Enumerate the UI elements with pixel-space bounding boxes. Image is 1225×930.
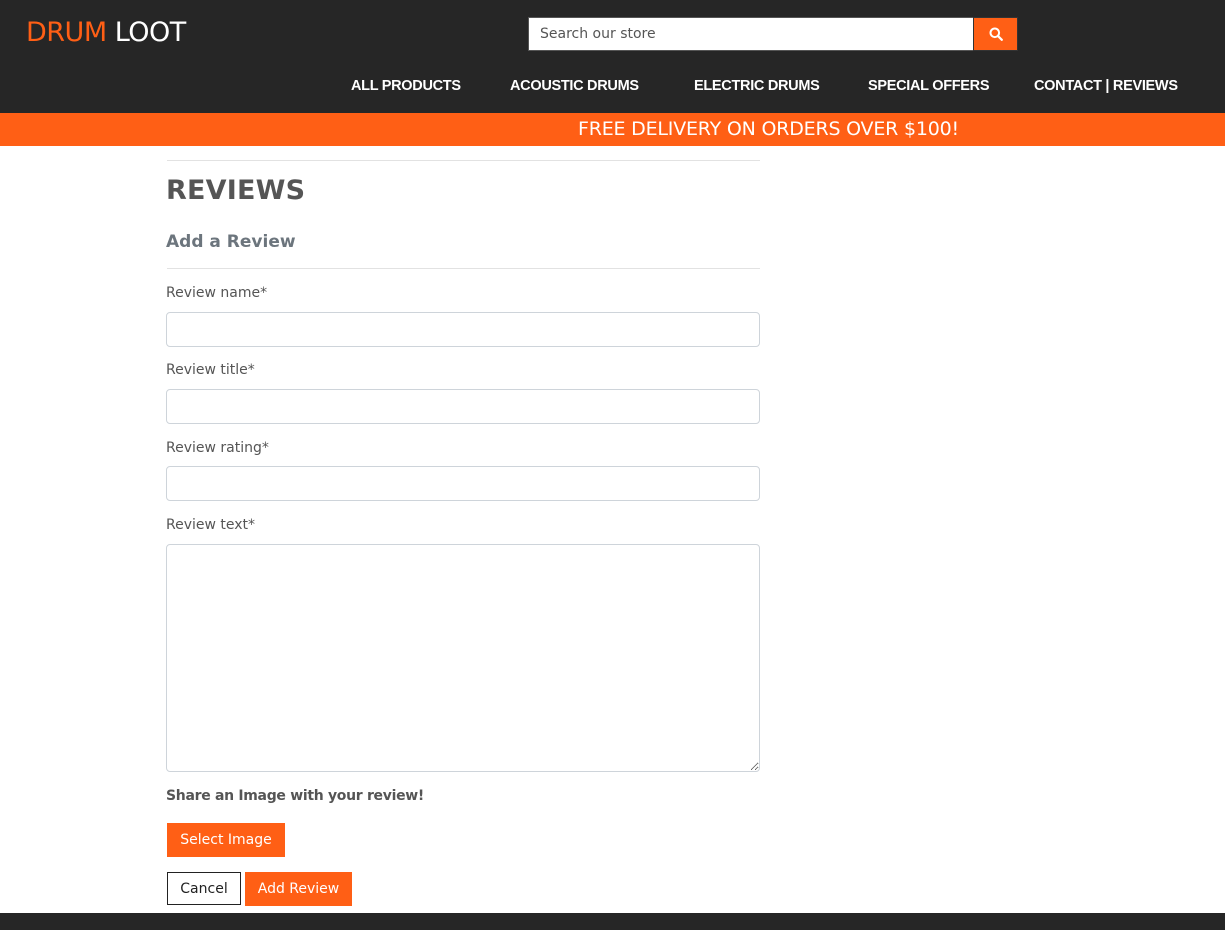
divider (167, 268, 760, 269)
add-review-button[interactable]: Add Review (245, 872, 352, 906)
review-name-input[interactable] (166, 312, 760, 347)
site-header: DRUM LOOT ALL PRODUCTS ACOUSTIC DRUMS EL… (0, 0, 1225, 113)
search-input[interactable] (528, 17, 974, 51)
search-icon (989, 27, 1003, 41)
site-logo[interactable]: DRUM LOOT (26, 17, 186, 48)
search-form (528, 17, 1018, 51)
promo-banner: FREE DELIVERY ON ORDERS OVER $100! (0, 113, 1225, 146)
nav-contact-reviews[interactable]: CONTACT | REVIEWS (1034, 78, 1178, 94)
nav-all-products[interactable]: ALL PRODUCTS (351, 78, 461, 94)
review-title-input[interactable] (166, 389, 760, 424)
search-button[interactable] (973, 17, 1018, 51)
nav-electric-drums[interactable]: ELECTRIC DRUMS (694, 78, 820, 94)
review-rating-label: Review rating* (166, 440, 269, 456)
review-text-textarea[interactable] (166, 544, 760, 772)
review-text-label: Review text* (166, 517, 256, 533)
share-image-label: Share an Image with your review! (166, 788, 424, 804)
form-subtitle: Add a Review (166, 232, 296, 252)
page-title: REVIEWS (166, 175, 306, 206)
site-footer (0, 913, 1225, 930)
nav-special-offers[interactable]: SPECIAL OFFERS (868, 78, 990, 94)
cancel-button[interactable]: Cancel (167, 872, 241, 905)
logo-drum-text: DRUM (26, 17, 107, 48)
promo-banner-text: FREE DELIVERY ON ORDERS OVER $100! (578, 118, 959, 140)
nav-acoustic-drums[interactable]: ACOUSTIC DRUMS (510, 78, 639, 94)
divider (167, 160, 760, 161)
logo-loot-text: LOOT (114, 17, 187, 48)
select-image-button[interactable]: Select Image (167, 823, 285, 857)
review-title-label: Review title* (166, 362, 255, 378)
review-rating-input[interactable] (166, 466, 760, 501)
review-name-label: Review name* (166, 285, 268, 301)
